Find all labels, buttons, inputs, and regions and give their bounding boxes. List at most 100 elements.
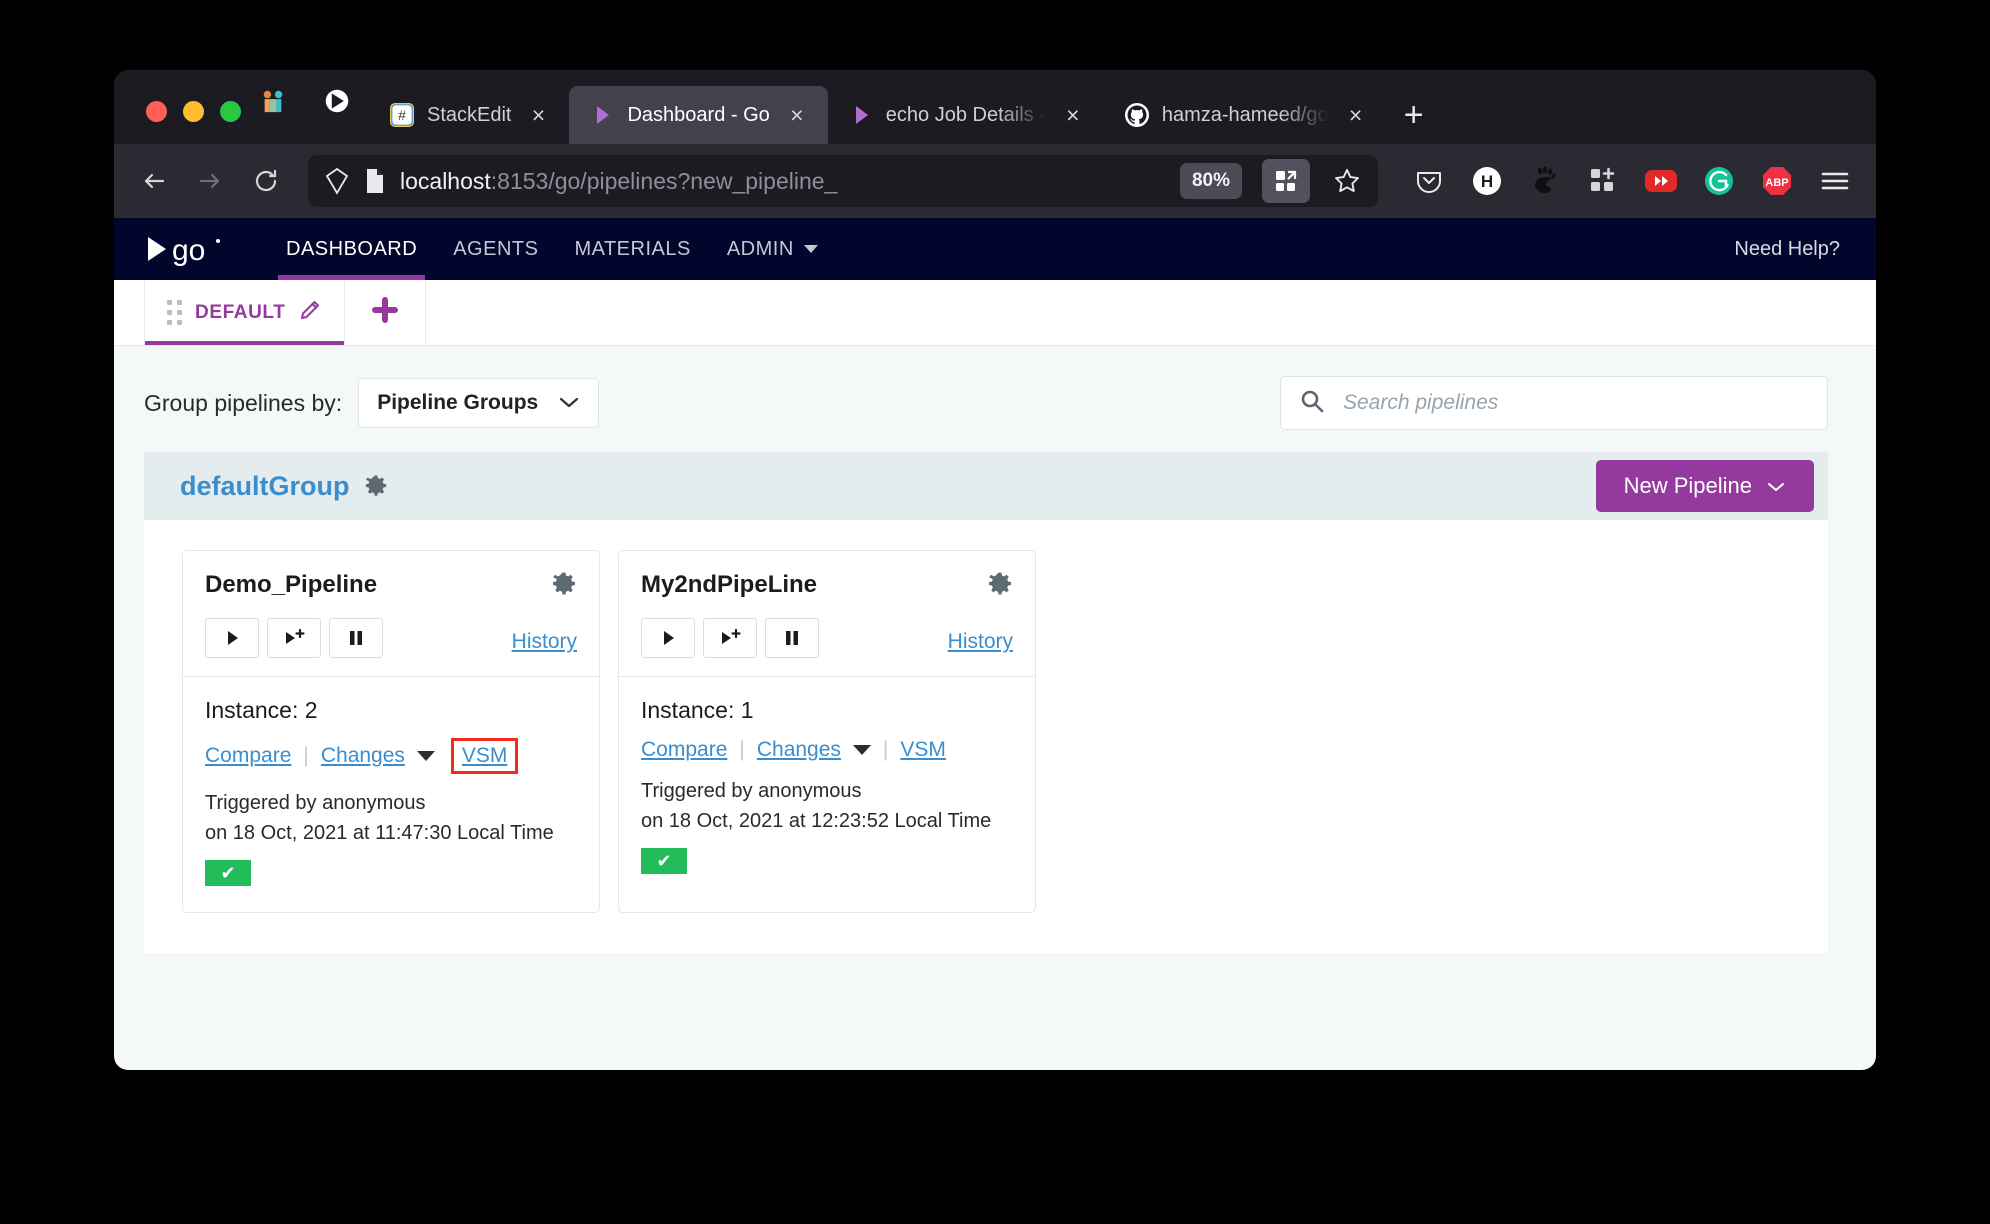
close-window-button[interactable] bbox=[146, 101, 167, 122]
pipeline-instance-links: Compare | Changes VSM bbox=[205, 738, 577, 774]
page-info-icon[interactable] bbox=[362, 168, 388, 194]
triggered-on: on 18 Oct, 2021 at 12:23:52 Local Time bbox=[641, 810, 992, 832]
search-input[interactable]: Search pipelines bbox=[1343, 391, 1498, 415]
changes-link[interactable]: Changes bbox=[757, 738, 841, 762]
status-badge[interactable]: ✔ bbox=[205, 860, 251, 886]
nav-item-label: DASHBOARD bbox=[286, 237, 418, 260]
play-icon[interactable] bbox=[641, 618, 695, 658]
pipeline-instance-links: Compare | Changes | VSM bbox=[641, 738, 1013, 762]
gocd-icon bbox=[589, 102, 615, 128]
gear-icon[interactable] bbox=[364, 474, 388, 498]
gear-icon[interactable] bbox=[987, 571, 1013, 602]
new-tab-button[interactable]: + bbox=[1387, 88, 1441, 142]
url-text[interactable]: localhost:8153/go/pipelines?new_pipeline… bbox=[400, 168, 1168, 195]
browser-nav-bar: localhost:8153/go/pipelines?new_pipeline… bbox=[114, 144, 1876, 218]
menu-icon[interactable] bbox=[1814, 160, 1856, 202]
browser-tab-dashboard-go[interactable]: Dashboard - Go × bbox=[569, 86, 828, 144]
forward-button[interactable] bbox=[184, 155, 236, 207]
personalize-tab-default[interactable]: DEFAULT bbox=[144, 280, 346, 345]
url-host: localhost bbox=[400, 167, 491, 194]
browser-tab-label: echo Job Details - bbox=[885, 103, 1046, 126]
close-tab-button[interactable]: × bbox=[523, 100, 553, 130]
bookmark-star-icon[interactable] bbox=[1324, 159, 1370, 203]
browser-window: # StackEdit × Dashboard - Go × echo Job … bbox=[114, 70, 1876, 1070]
pipeline-name[interactable]: My2ndPipeLine bbox=[641, 571, 817, 599]
pinned-tab-gocd[interactable] bbox=[305, 74, 369, 128]
nav-item-label: AGENTS bbox=[453, 237, 539, 260]
compare-link[interactable]: Compare bbox=[641, 738, 727, 762]
gear-icon[interactable] bbox=[551, 571, 577, 602]
triggered-on: on 18 Oct, 2021 at 11:47:30 Local Time bbox=[205, 822, 554, 844]
close-tab-button[interactable]: × bbox=[782, 100, 812, 130]
browser-tab-echo-job-details[interactable]: echo Job Details - × bbox=[828, 86, 1104, 144]
browser-tab-label: hamza-hameed/go bbox=[1161, 103, 1329, 126]
pipeline-group-header: defaultGroup New Pipeline bbox=[144, 452, 1828, 520]
changes-link[interactable]: Changes bbox=[321, 744, 405, 768]
nav-item-agents[interactable]: AGENTS bbox=[435, 218, 556, 280]
triggered-by: Triggered by anonymous bbox=[641, 780, 862, 802]
triggered-by: Triggered by anonymous bbox=[205, 792, 426, 814]
chevron-down-icon[interactable] bbox=[416, 751, 435, 761]
close-tab-button[interactable]: × bbox=[1058, 100, 1088, 130]
pocket-icon[interactable] bbox=[1408, 160, 1450, 202]
status-badge[interactable]: ✔ bbox=[641, 848, 687, 874]
search-pipelines-box[interactable]: Search pipelines bbox=[1280, 376, 1828, 430]
pipeline-card-header: My2ndPipeLine History bbox=[619, 551, 1035, 677]
back-button[interactable] bbox=[128, 155, 180, 207]
pipeline-trigger-info: Triggered by anonymous on 18 Oct, 2021 a… bbox=[205, 788, 577, 848]
group-by-select[interactable]: Pipeline Groups bbox=[358, 378, 600, 428]
browser-tab-strip: # StackEdit × Dashboard - Go × echo Job … bbox=[114, 70, 1876, 144]
gnome-icon[interactable] bbox=[1524, 160, 1566, 202]
addon-grid-icon[interactable] bbox=[1582, 160, 1624, 202]
browser-tab-stackedit[interactable]: # StackEdit × bbox=[369, 86, 569, 144]
divider: | bbox=[739, 738, 745, 761]
nav-item-label: MATERIALS bbox=[574, 237, 691, 260]
grammarly-icon[interactable] bbox=[1698, 160, 1740, 202]
divider: | bbox=[303, 744, 309, 767]
go-logo[interactable]: go bbox=[144, 234, 224, 266]
pipeline-card-my2ndpipeline: My2ndPipeLine History Instance: 1 Compar… bbox=[618, 550, 1036, 913]
need-help-link[interactable]: Need Help? bbox=[1734, 238, 1840, 261]
svg-text:go: go bbox=[172, 234, 205, 266]
abp-icon[interactable]: ABP bbox=[1756, 160, 1798, 202]
vsm-link[interactable]: VSM bbox=[462, 744, 508, 767]
nav-item-admin[interactable]: ADMIN bbox=[709, 218, 836, 280]
play-with-options-icon[interactable] bbox=[703, 618, 757, 658]
pause-icon[interactable] bbox=[329, 618, 383, 658]
drag-handle-icon[interactable] bbox=[167, 300, 182, 325]
new-pipeline-button[interactable]: New Pipeline bbox=[1595, 460, 1814, 512]
extension-toolbar: H ABP bbox=[1392, 160, 1856, 202]
personalize-tab-label: DEFAULT bbox=[195, 301, 286, 323]
pipeline-history-link[interactable]: History bbox=[512, 622, 577, 654]
play-icon[interactable] bbox=[205, 618, 259, 658]
pause-icon[interactable] bbox=[765, 618, 819, 658]
plus-icon bbox=[371, 296, 399, 329]
nav-item-materials[interactable]: MATERIALS bbox=[556, 218, 708, 280]
zoom-level-badge[interactable]: 80% bbox=[1179, 163, 1242, 199]
svg-text:#: # bbox=[398, 107, 406, 123]
shield-icon[interactable] bbox=[324, 167, 350, 195]
reload-button[interactable] bbox=[240, 155, 292, 207]
url-bar[interactable]: localhost:8153/go/pipelines?new_pipeline… bbox=[308, 155, 1378, 207]
pinned-tab-mailspring[interactable] bbox=[241, 74, 305, 128]
pipeline-card-body: Instance: 1 Compare | Changes | VSM Trig… bbox=[619, 677, 1035, 900]
pipeline-card-header: Demo_Pipeline History bbox=[183, 551, 599, 677]
close-tab-button[interactable]: × bbox=[1341, 100, 1371, 130]
pipeline-history-link[interactable]: History bbox=[948, 622, 1013, 654]
browser-tab-github[interactable]: hamza-hameed/go × bbox=[1104, 86, 1387, 144]
chevron-down-icon[interactable] bbox=[852, 745, 871, 755]
pencil-icon[interactable] bbox=[298, 298, 322, 327]
maximize-window-button[interactable] bbox=[220, 101, 241, 122]
minimize-window-button[interactable] bbox=[183, 101, 204, 122]
vsm-link[interactable]: VSM bbox=[900, 738, 946, 762]
reader-view-button[interactable] bbox=[1262, 159, 1310, 203]
h-circle-icon[interactable]: H bbox=[1466, 160, 1508, 202]
play-with-options-icon[interactable] bbox=[267, 618, 321, 658]
nav-item-dashboard[interactable]: DASHBOARD bbox=[268, 218, 435, 280]
add-personalize-tab-button[interactable] bbox=[345, 280, 427, 345]
video-speed-icon[interactable] bbox=[1640, 160, 1682, 202]
pipeline-name[interactable]: Demo_Pipeline bbox=[205, 571, 377, 599]
browser-tab-label: StackEdit bbox=[427, 103, 512, 126]
pipeline-group-name[interactable]: defaultGroup bbox=[180, 471, 350, 502]
compare-link[interactable]: Compare bbox=[205, 744, 291, 768]
